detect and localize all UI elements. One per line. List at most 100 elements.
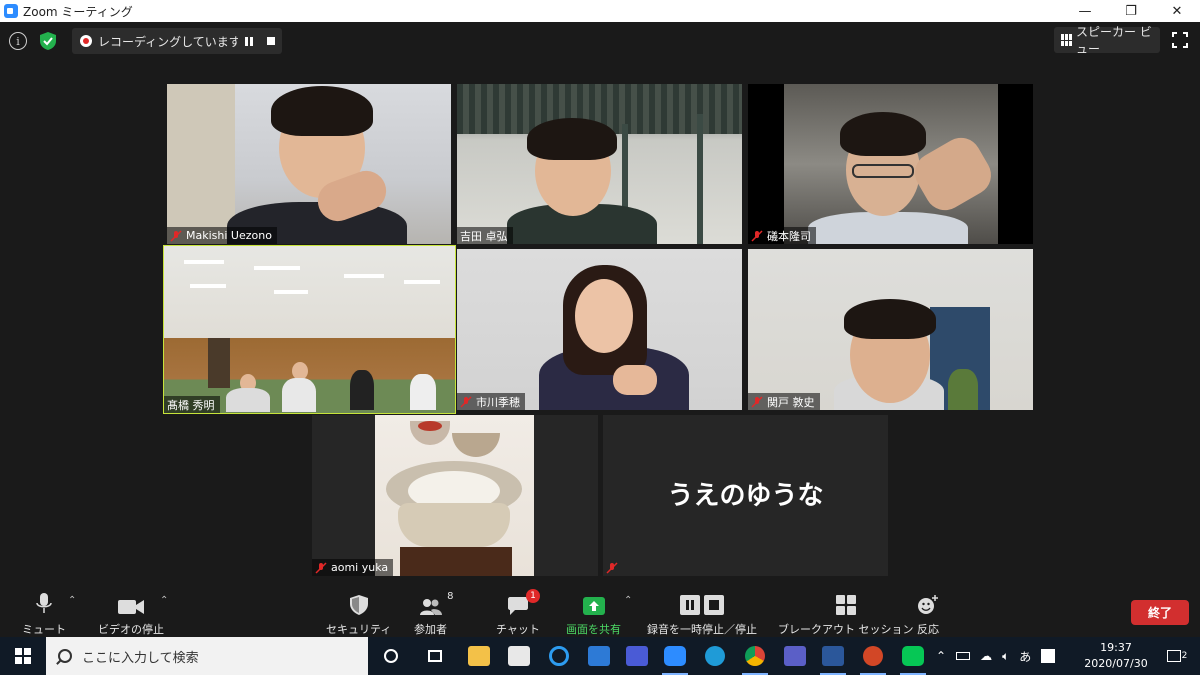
fullscreen-icon[interactable]: [1172, 32, 1188, 48]
reactions-label: 反応: [917, 623, 939, 636]
chevron-up-icon[interactable]: ⌃: [936, 649, 946, 663]
taskbar-search-box[interactable]: ここに入力して検索: [46, 637, 368, 675]
speaker-view-button[interactable]: スピーカー ビュー: [1054, 25, 1160, 56]
calendar-app-button[interactable]: [618, 637, 656, 675]
video-camera-icon: [118, 600, 144, 614]
participant-name-tag: [603, 559, 627, 576]
participant-display-name: うえのゆうな: [667, 481, 824, 511]
minimize-button[interactable]: —: [1062, 0, 1108, 22]
muted-mic-icon: [460, 395, 472, 408]
calendar-icon: [626, 646, 648, 666]
cortana-button[interactable]: [372, 637, 410, 675]
ie-logo-icon: [549, 646, 569, 666]
speaker-view-label: スピーカー ビュー: [1075, 25, 1152, 56]
word-button[interactable]: [814, 637, 852, 675]
chrome-button[interactable]: [736, 637, 774, 675]
ime-mode-icon[interactable]: [1041, 649, 1056, 663]
chat-button[interactable]: 1 チャット: [496, 589, 540, 637]
breakout-grid-icon: [835, 595, 856, 615]
mail-button[interactable]: [580, 637, 618, 675]
video-tile[interactable]: aomi yuka: [312, 415, 598, 576]
security-label: セキュリティ: [326, 623, 392, 636]
task-view-button[interactable]: [416, 637, 454, 675]
info-icon[interactable]: i: [9, 32, 27, 50]
zoom-window: Zoom ミーティング — ❐ ✕ i レコーディングしています... スピーカ…: [0, 0, 1200, 675]
zoom-taskbar-button[interactable]: [656, 637, 694, 675]
powerpoint-button[interactable]: [854, 637, 892, 675]
participants-label: 参加者: [414, 623, 447, 636]
video-options-chevron-icon[interactable]: ⌃: [160, 595, 168, 606]
zoom-logo-icon: [4, 4, 18, 18]
participant-name-tag: aomi yuka: [312, 559, 394, 576]
notification-icon: [1166, 650, 1181, 662]
breakout-rooms-button[interactable]: ブレークアウト セッション: [778, 591, 914, 637]
meeting-controls: ミュート ⌃ ビデオの停止 ⌃ セキュリティ 8 参加者 1 チャット 画面を共…: [0, 585, 1200, 637]
shopping-bag-icon: [508, 646, 530, 666]
video-tile[interactable]: 礒本隆司: [748, 84, 1033, 244]
video-tile[interactable]: Makishi Uezono: [167, 84, 451, 244]
stop-recording-button[interactable]: [260, 30, 282, 52]
reactions-button[interactable]: 反応: [917, 591, 939, 637]
word-logo-icon: [822, 646, 844, 666]
line-button[interactable]: [894, 637, 932, 675]
participant-name-tag: 礒本隆司: [748, 227, 816, 244]
breakout-label: ブレークアウト セッション: [778, 623, 914, 636]
edge-button[interactable]: [696, 637, 734, 675]
volume-icon[interactable]: 🔈︎: [1002, 649, 1009, 664]
start-button[interactable]: [0, 637, 46, 675]
powerpoint-logo-icon: [863, 646, 883, 666]
store-button[interactable]: [500, 637, 538, 675]
security-button[interactable]: セキュリティ: [326, 591, 391, 637]
stop-icon: [267, 37, 275, 45]
zoom-app-icon: [664, 646, 686, 666]
muted-mic-icon: [315, 561, 327, 574]
teams-button[interactable]: [776, 637, 814, 675]
windows-logo-icon: [15, 648, 31, 664]
mute-button[interactable]: ミュート: [22, 591, 66, 637]
folder-icon: [468, 646, 490, 666]
shield-icon: [349, 595, 368, 615]
stop-video-label: ビデオの停止: [98, 623, 164, 636]
share-options-chevron-icon[interactable]: ⌃: [624, 595, 632, 606]
battery-icon[interactable]: [956, 652, 971, 660]
video-tile[interactable]: 関戸 敦史: [748, 249, 1033, 410]
stop-video-button[interactable]: ビデオの停止: [98, 591, 164, 637]
video-tile[interactable]: 市川季穂: [457, 249, 742, 410]
recording-controls-label: 録音を一時停止／停止: [647, 623, 757, 636]
participant-name: 関戸 敦史: [767, 395, 815, 409]
cloud-icon[interactable]: ☁: [980, 649, 992, 663]
edge-logo-icon: [705, 646, 725, 666]
notification-count: 2: [1181, 651, 1188, 661]
notification-center-button[interactable]: 2: [1160, 637, 1194, 675]
participants-icon: [419, 599, 442, 615]
participant-name-tag: 吉田 卓弘: [457, 227, 513, 244]
recording-controls-button[interactable]: 録音を一時停止／停止: [647, 591, 757, 637]
video-tile-active-speaker[interactable]: 髙橋 秀明: [163, 245, 456, 414]
taskbar-clock[interactable]: 19:37 2020/07/30: [1083, 640, 1149, 672]
recording-dot-icon: [80, 35, 92, 47]
participant-name: 髙橋 秀明: [167, 398, 215, 412]
participant-name: 吉田 卓弘: [460, 229, 508, 243]
shield-check-icon[interactable]: [38, 31, 58, 51]
muted-mic-icon: [170, 229, 182, 242]
clock-time: 19:37: [1100, 641, 1132, 654]
audio-options-chevron-icon[interactable]: ⌃: [68, 595, 76, 606]
mute-label: ミュート: [22, 623, 66, 636]
close-button[interactable]: ✕: [1154, 0, 1200, 22]
microphone-icon: [36, 593, 52, 613]
restore-button[interactable]: ❐: [1108, 0, 1154, 22]
line-logo-icon: [902, 646, 924, 666]
file-explorer-button[interactable]: [460, 637, 498, 675]
participants-button[interactable]: 8 参加者: [414, 591, 454, 637]
muted-mic-icon: [751, 229, 763, 242]
pause-recording-button[interactable]: [238, 30, 260, 52]
teams-logo-icon: [784, 646, 806, 666]
internet-explorer-button[interactable]: [540, 637, 578, 675]
video-tile-no-video[interactable]: うえのゆうな: [603, 415, 888, 576]
share-screen-button[interactable]: 画面を共有: [566, 591, 621, 637]
video-tile[interactable]: 吉田 卓弘: [457, 84, 742, 244]
end-meeting-button[interactable]: 終了: [1131, 600, 1189, 625]
ime-indicator[interactable]: あ: [1019, 648, 1031, 665]
recording-indicator: レコーディングしています...: [72, 28, 282, 54]
system-tray: ⌃ ☁ 🔈︎ あ: [936, 637, 1076, 675]
